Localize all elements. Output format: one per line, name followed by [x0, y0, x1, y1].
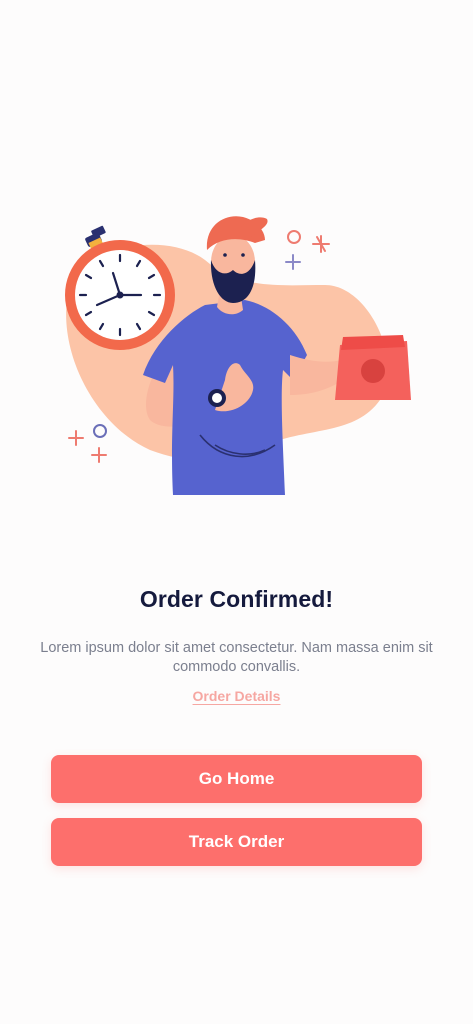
order-details-link[interactable]: Order Details [193, 688, 281, 704]
track-order-button[interactable]: Track Order [51, 818, 422, 866]
page-title: Order Confirmed! [139, 586, 334, 612]
go-home-button[interactable]: Go Home [51, 755, 422, 803]
order-details-link-wrapper: Order Details [0, 688, 473, 706]
order-confirmed-screen: Order Confirmed! Lorem ipsum dolor sit a… [0, 0, 473, 1024]
order-confirmed-illustration [65, 216, 411, 495]
confirmation-description: Lorem ipsum dolor sit amet consectetur. … [40, 640, 433, 675]
stopwatch-icon [65, 225, 175, 350]
food-bag-icon [335, 335, 411, 400]
